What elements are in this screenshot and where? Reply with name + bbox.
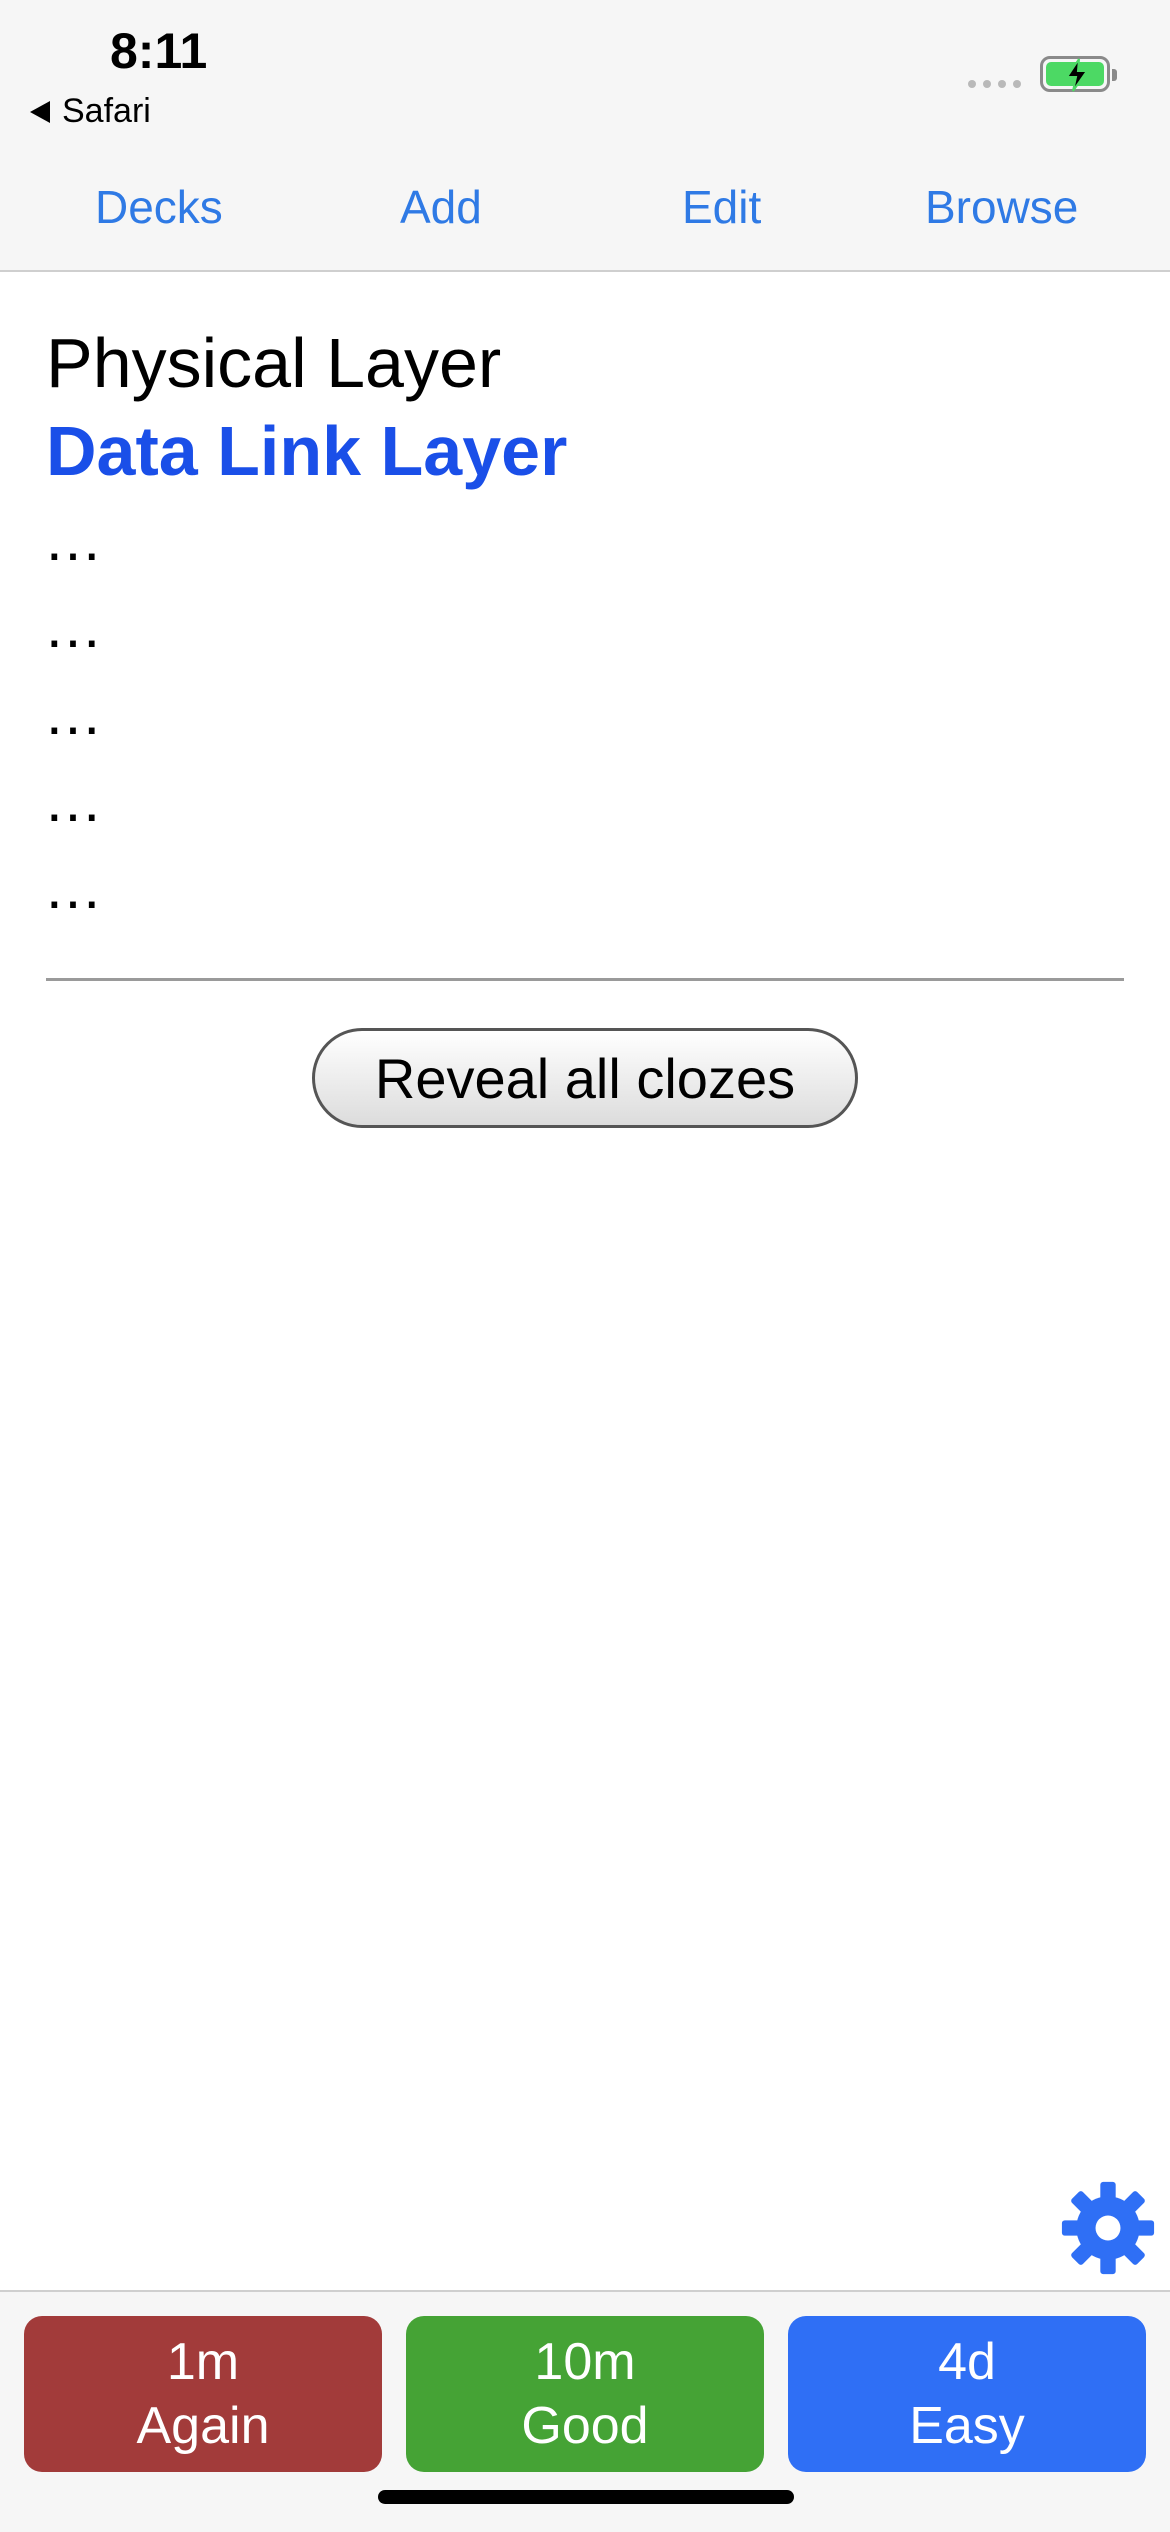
cloze-hidden-1: ... <box>46 506 103 573</box>
cloze-active-answer: Data Link Layer <box>46 412 568 490</box>
cloze-hidden-5: ... <box>46 854 103 921</box>
again-button[interactable]: 1m Again <box>24 2316 382 2472</box>
good-label: Good <box>521 2397 649 2455</box>
nav-edit-button[interactable]: Edit <box>682 180 761 234</box>
easy-interval: 4d <box>938 2333 996 2391</box>
battery-charging-icon <box>1040 56 1117 92</box>
easy-button[interactable]: 4d Easy <box>788 2316 1146 2472</box>
good-interval: 10m <box>534 2333 636 2391</box>
cloze-hidden-2: ... <box>46 593 103 660</box>
status-bar: 8:11 Safari <box>0 0 1170 150</box>
back-app-label: Safari <box>62 92 151 130</box>
cellular-signal-icon <box>968 80 1021 88</box>
status-time: 8:11 <box>110 23 208 79</box>
again-interval: 1m <box>166 2333 240 2391</box>
back-to-app-link[interactable]: Safari <box>30 92 151 131</box>
cloze-hidden-4: ... <box>46 767 103 834</box>
top-nav-bar: Decks Add Edit Browse <box>0 150 1170 272</box>
card-content: Physical Layer Data Link Layer ... ... .… <box>46 320 1124 931</box>
reveal-all-clozes-button[interactable]: Reveal all clozes <box>312 1028 858 1128</box>
easy-label: Easy <box>909 2397 1025 2455</box>
home-indicator[interactable] <box>378 2490 794 2504</box>
again-label: Again <box>136 2397 270 2455</box>
gear-icon[interactable] <box>1060 2180 1156 2276</box>
nav-add-button[interactable]: Add <box>400 180 482 234</box>
card-line-physical-layer: Physical Layer <box>46 324 502 402</box>
cloze-hidden-3: ... <box>46 680 103 747</box>
back-triangle-icon <box>30 100 50 123</box>
card-divider <box>46 978 1124 981</box>
good-button[interactable]: 10m Good <box>406 2316 764 2472</box>
nav-decks-button[interactable]: Decks <box>95 180 223 234</box>
nav-browse-button[interactable]: Browse <box>925 180 1078 234</box>
